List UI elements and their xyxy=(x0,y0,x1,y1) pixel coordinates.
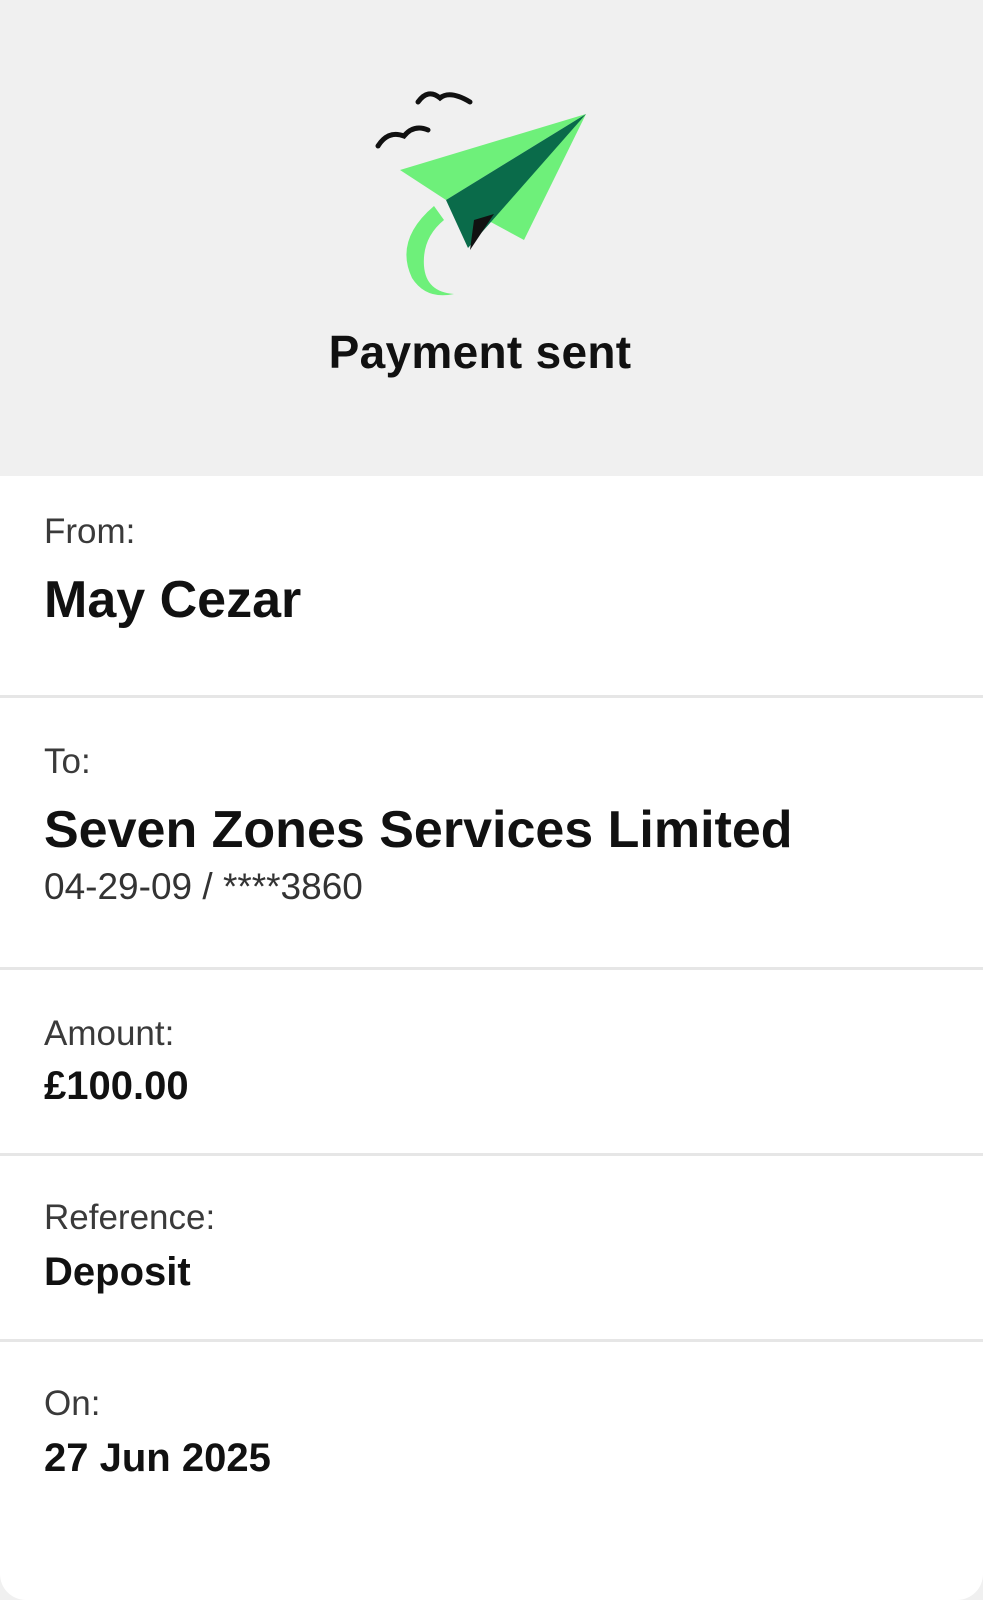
payment-sent-header: Payment sent xyxy=(0,0,983,476)
bird-icon xyxy=(415,91,473,105)
swoosh-icon xyxy=(406,206,454,296)
account-details: 04-29-09 / ****3860 xyxy=(44,866,363,907)
amount-label: Amount: xyxy=(44,1014,175,1053)
from-value: May Cezar xyxy=(44,571,302,629)
date-value: 27 Jun 2025 xyxy=(44,1436,271,1480)
bird-icon xyxy=(375,125,431,149)
paper-plane-icon xyxy=(375,91,586,296)
reference-value: Deposit xyxy=(44,1250,191,1294)
to-row: To: Seven Zones Services Limited 04-29-0… xyxy=(0,698,983,970)
payment-details-card: From: May Cezar To: Seven Zones Services… xyxy=(0,476,983,1600)
to-label: To: xyxy=(44,742,91,781)
date-label: On: xyxy=(44,1384,101,1423)
page-title: Payment sent xyxy=(328,326,632,378)
to-value: Seven Zones Services Limited xyxy=(44,801,793,859)
amount-value: £100.00 xyxy=(44,1064,189,1108)
reference-label: Reference: xyxy=(44,1198,216,1237)
amount-row: Amount: £100.00 xyxy=(0,970,983,1156)
from-label: From: xyxy=(44,512,136,551)
date-row: On: 27 Jun 2025 xyxy=(0,1342,983,1542)
from-row: From: May Cezar xyxy=(0,476,983,698)
reference-row: Reference: Deposit xyxy=(0,1156,983,1342)
